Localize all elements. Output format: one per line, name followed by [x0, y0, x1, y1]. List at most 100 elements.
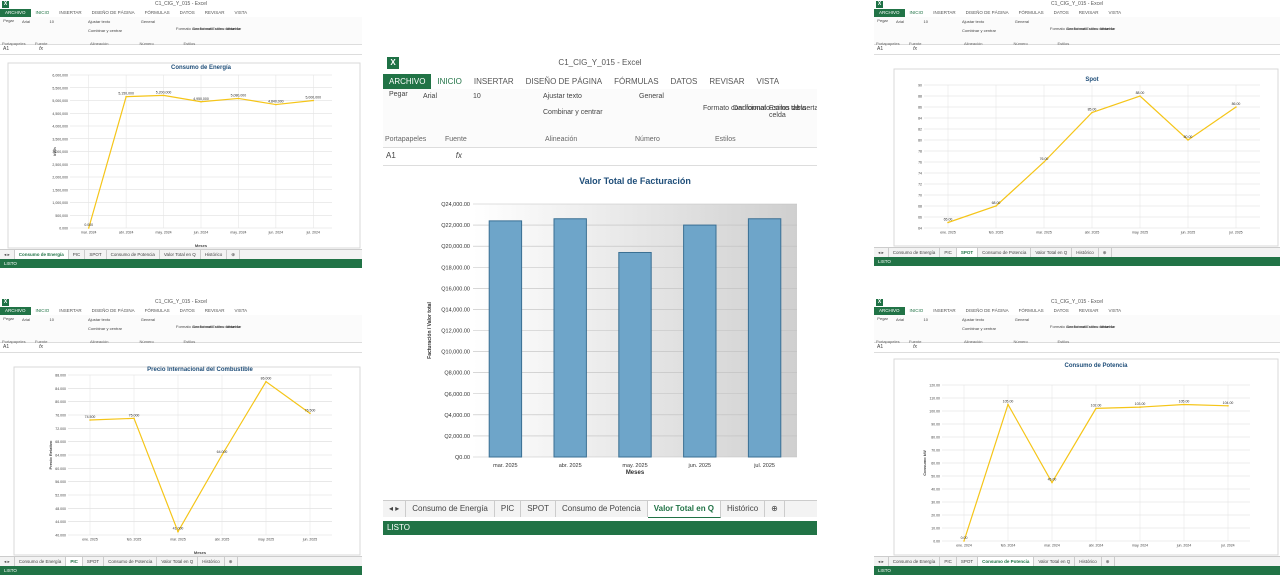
fx-icon[interactable]: fx [913, 46, 917, 52]
insert-button[interactable]: Insertar [228, 26, 242, 31]
ribbon-tab-2[interactable]: INSERTAR [54, 9, 86, 17]
font-size-select[interactable]: 10 [924, 19, 928, 24]
sheet-nav-arrows[interactable]: ◂ ▸ [383, 501, 407, 517]
sheet-tab-4[interactable]: Valor Total en Q [157, 557, 199, 566]
sheet-tab-0[interactable]: Consumo de Energía [15, 557, 67, 566]
number-format-select[interactable]: General [1015, 317, 1029, 322]
merge-center-button[interactable]: Combinar y centrar [962, 28, 996, 33]
ribbon-tab-0[interactable]: ARCHIVO [0, 9, 31, 17]
fx-icon[interactable]: fx [39, 344, 43, 350]
ribbon-tab-4[interactable]: FÓRMULAS [1014, 9, 1049, 17]
name-box[interactable]: A1 [877, 46, 883, 52]
paste-button[interactable]: Pegar [389, 91, 408, 98]
ribbon-tab-7[interactable]: VISTA [230, 9, 253, 17]
sheet-tab-0[interactable]: Consumo de Energía [889, 557, 941, 566]
font-name-select[interactable]: Arial [896, 19, 904, 24]
chart-energia[interactable]: Consumo de Energía 0.000 500,000 1,000,000 1… [0, 55, 362, 250]
font-name-select[interactable]: Arial [896, 317, 904, 322]
ribbon-tab-2[interactable]: INSERTAR [54, 307, 86, 315]
wrap-text-button[interactable]: Ajustar texto [962, 317, 984, 322]
chart-potencia[interactable]: Consumo de Potencia 0.00 10.00 20.00 30.00 40… [874, 353, 1280, 557]
add-sheet-icon[interactable]: ⊕ [225, 557, 238, 566]
ribbon-tab-4[interactable]: FÓRMULAS [140, 9, 175, 17]
paste-button[interactable]: Pegar [3, 316, 14, 321]
ribbon-tab-3[interactable]: DISEÑO DE PÁGINA [961, 307, 1014, 315]
font-size-select[interactable]: 10 [924, 317, 928, 322]
sheet-tab-4[interactable]: Valor Total en Q [160, 250, 201, 259]
number-format-select[interactable]: General [1015, 19, 1029, 24]
font-name-select[interactable]: Arial [22, 317, 30, 322]
ribbon-tab-6[interactable]: REVISAR [200, 307, 230, 315]
sheet-tab-4[interactable]: Valor Total en Q [647, 501, 722, 518]
ribbon-tab-5[interactable]: DATOS [665, 74, 704, 89]
sheet-nav-arrows[interactable]: ◂ ▸ [0, 250, 15, 259]
fx-icon[interactable]: fx [39, 46, 43, 52]
insert-button[interactable]: Insertar [1102, 324, 1116, 329]
wrap-text-button[interactable]: Ajustar texto [962, 19, 984, 24]
ribbon-tab-3[interactable]: DISEÑO DE PÁGINA [87, 307, 140, 315]
sheet-tab-1[interactable]: PIC [940, 557, 957, 566]
wrap-text-button[interactable]: Ajustar texto [543, 93, 582, 100]
sheet-tab-1[interactable]: PIC [495, 501, 522, 517]
ribbon-tab-4[interactable]: FÓRMULAS [140, 307, 175, 315]
sheet-tab-2[interactable]: SPOT [85, 250, 107, 259]
name-box[interactable]: A1 [386, 151, 396, 160]
sheet-tab-3[interactable]: Consumo de Potencia [107, 250, 160, 259]
paste-button[interactable]: Pegar [877, 316, 888, 321]
sheet-tab-3[interactable]: Consumo de Potencia [556, 501, 648, 517]
wrap-text-button[interactable]: Ajustar texto [88, 19, 110, 24]
number-format-select[interactable]: General [141, 317, 155, 322]
sheet-tab-5[interactable]: Histórico [721, 501, 766, 517]
font-name-select[interactable]: Arial [423, 93, 437, 100]
font-size-select[interactable]: 10 [50, 19, 54, 24]
worksheet[interactable]: Precio Internacional del Combustible 40.0… [0, 353, 362, 557]
add-sheet-icon[interactable]: ⊕ [765, 501, 785, 517]
ribbon-tab-2[interactable]: INSERTAR [468, 74, 520, 89]
sheet-tab-5[interactable]: Histórico [1072, 248, 1099, 257]
ribbon-tab-6[interactable]: REVISAR [1074, 307, 1104, 315]
ribbon-tab-5[interactable]: DATOS [1049, 9, 1074, 17]
name-box[interactable]: A1 [3, 46, 9, 52]
insert-button[interactable]: Insertar [228, 324, 242, 329]
chart-pic[interactable]: Precio Internacional del Combustible 40.0… [0, 353, 362, 557]
fx-icon[interactable]: fx [456, 151, 462, 160]
sheet-nav-arrows[interactable]: ◂ ▸ [874, 248, 889, 257]
font-name-select[interactable]: Arial [22, 19, 30, 24]
ribbon-tab-7[interactable]: VISTA [230, 307, 253, 315]
ribbon-tab-4[interactable]: FÓRMULAS [1014, 307, 1049, 315]
fx-icon[interactable]: fx [913, 344, 917, 350]
ribbon-tab-5[interactable]: DATOS [175, 307, 200, 315]
add-sheet-icon[interactable]: ⊕ [227, 250, 241, 259]
worksheet[interactable]: Spot 64 66 68 70 72 74 76 78 80 82 84 86 88 90 ene. 202… [874, 55, 1280, 248]
merge-center-button[interactable]: Combinar y centrar [962, 326, 996, 331]
ribbon-tab-1[interactable]: INICIO [431, 74, 468, 90]
ribbon-tab-6[interactable]: REVISAR [200, 9, 230, 17]
ribbon-tab-6[interactable]: REVISAR [703, 74, 750, 89]
sheet-tab-3[interactable]: Consumo de Potencia [978, 248, 1032, 257]
sheet-tab-2[interactable]: SPOT [957, 557, 979, 566]
paste-button[interactable]: Pegar [877, 18, 888, 23]
ribbon-tab-2[interactable]: INSERTAR [928, 307, 960, 315]
sheet-tab-2[interactable]: SPOT [521, 501, 556, 517]
worksheet[interactable]: Valor Total de Facturación Q0.00 Q2,000.00… [383, 166, 817, 497]
name-box[interactable]: A1 [877, 344, 883, 350]
sheet-tab-5[interactable]: Histórico [198, 557, 225, 566]
ribbon-tab-0[interactable]: ARCHIVO [383, 74, 432, 89]
chart-main[interactable]: Valor Total de Facturación Q0.00 Q2,000.00… [383, 166, 817, 497]
sheet-nav-arrows[interactable]: ◂ ▸ [0, 557, 15, 566]
sheet-tab-0[interactable]: Consumo de Energía [889, 248, 941, 257]
sheet-tab-4[interactable]: Valor Total en Q [1031, 248, 1073, 257]
sheet-tab-5[interactable]: Histórico [1075, 557, 1102, 566]
ribbon-tab-0[interactable]: ARCHIVO [0, 307, 31, 315]
insert-button[interactable]: Insertar [797, 105, 817, 112]
sheet-tab-1[interactable]: PIC [940, 248, 957, 257]
ribbon-tab-0[interactable]: ARCHIVO [874, 307, 905, 315]
merge-center-button[interactable]: Combinar y centrar [88, 28, 122, 33]
sheet-tab-3[interactable]: Consumo de Potencia [104, 557, 158, 566]
worksheet[interactable]: Consumo de Energía 0.000 500,000 1,000,000 1… [0, 55, 362, 250]
merge-center-button[interactable]: Combinar y centrar [543, 109, 603, 116]
number-format-select[interactable]: General [639, 93, 664, 100]
ribbon-tab-7[interactable]: VISTA [1104, 307, 1127, 315]
ribbon-tab-7[interactable]: VISTA [751, 74, 786, 89]
wrap-text-button[interactable]: Ajustar texto [88, 317, 110, 322]
